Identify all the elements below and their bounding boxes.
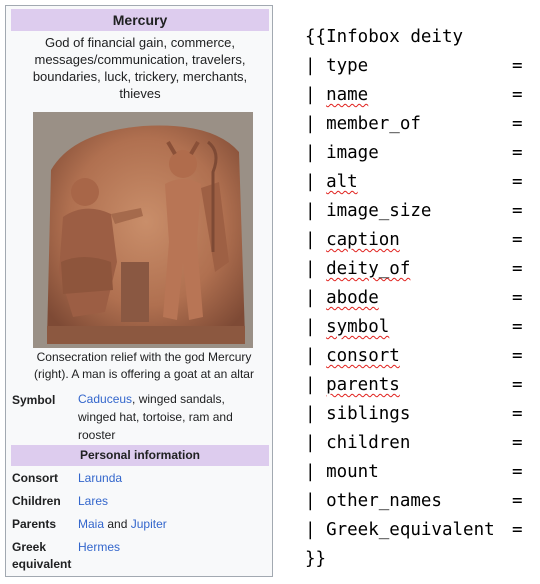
param-name: siblings	[326, 404, 411, 424]
infobox-subtitle: God of financial gain, commerce, message…	[32, 35, 248, 101]
children-value: Lares	[78, 492, 264, 510]
code-open: {{Infobox deity	[305, 27, 464, 47]
param-line-deity-of: | deity_of =	[305, 259, 523, 279]
param-line-caption: | caption =	[305, 230, 523, 250]
param-line-parents: | parents =	[305, 375, 523, 395]
link-caduceus[interactable]: Caduceus	[78, 392, 132, 406]
greek-equivalent-value: Hermes	[78, 538, 264, 556]
param-name: member_of	[326, 114, 421, 134]
param-line-other-names: | other_names =	[305, 491, 523, 511]
image-caption: Consecration relief with the god Mercury…	[34, 350, 254, 381]
greek-equivalent-label: Greek equivalent	[12, 540, 72, 571]
param-line-greek-equivalent: | Greek_equivalent =	[305, 520, 523, 540]
param-line-type: | type =	[305, 56, 523, 76]
param-line-mount: | mount =	[305, 462, 523, 482]
param-name: children	[326, 433, 411, 453]
param-name: consort	[326, 346, 400, 366]
children-label: Children	[12, 494, 61, 508]
consort-label: Consort	[12, 471, 58, 485]
param-line-consort: | consort =	[305, 346, 523, 366]
parents-label: Parents	[12, 517, 57, 531]
param-name: type	[326, 56, 369, 76]
param-line-image-size: | image_size =	[305, 201, 523, 221]
link-maia[interactable]: Maia	[78, 517, 104, 531]
infobox: Mercury God of financial gain, commerce,…	[5, 5, 273, 577]
param-name: symbol	[326, 317, 390, 337]
link-lares[interactable]: Lares	[78, 494, 108, 508]
symbol-label: Symbol	[12, 393, 56, 407]
relief-illustration	[33, 112, 253, 348]
param-name: caption	[326, 230, 400, 250]
param-line-alt: | alt =	[305, 172, 523, 192]
relief-image[interactable]	[33, 112, 253, 348]
param-name: parents	[326, 375, 400, 395]
consort-value: Larunda	[78, 469, 264, 487]
param-name: deity_of	[326, 259, 411, 279]
parents-value: Maia and Jupiter	[78, 515, 264, 533]
param-line-symbol: | symbol =	[305, 317, 523, 337]
param-line-name: | name =	[305, 85, 523, 105]
param-name: abode	[326, 288, 379, 308]
param-line-abode: | abode =	[305, 288, 523, 308]
section-personal-information: Personal information	[11, 445, 269, 466]
param-name: Greek_equivalent	[326, 520, 495, 540]
param-name: image	[326, 143, 379, 163]
param-name: mount	[326, 462, 379, 482]
parents-and: and	[104, 517, 131, 531]
code-close: }}	[305, 549, 327, 569]
param-name: alt	[326, 172, 358, 192]
param-name: name	[326, 85, 369, 105]
param-name: image_size	[326, 201, 432, 221]
link-jupiter[interactable]: Jupiter	[131, 517, 167, 531]
param-line-siblings: | siblings =	[305, 404, 523, 424]
link-larunda[interactable]: Larunda	[78, 471, 122, 485]
link-hermes[interactable]: Hermes	[78, 540, 120, 554]
param-name: other_names	[326, 491, 442, 511]
infobox-title: Mercury	[11, 9, 269, 31]
param-line-image: | image =	[305, 143, 523, 163]
param-line-children: | children =	[305, 433, 523, 453]
symbol-value: Caduceus, winged sandals, winged hat, to…	[78, 390, 264, 444]
param-line-member-of: | member_of =	[305, 114, 523, 134]
